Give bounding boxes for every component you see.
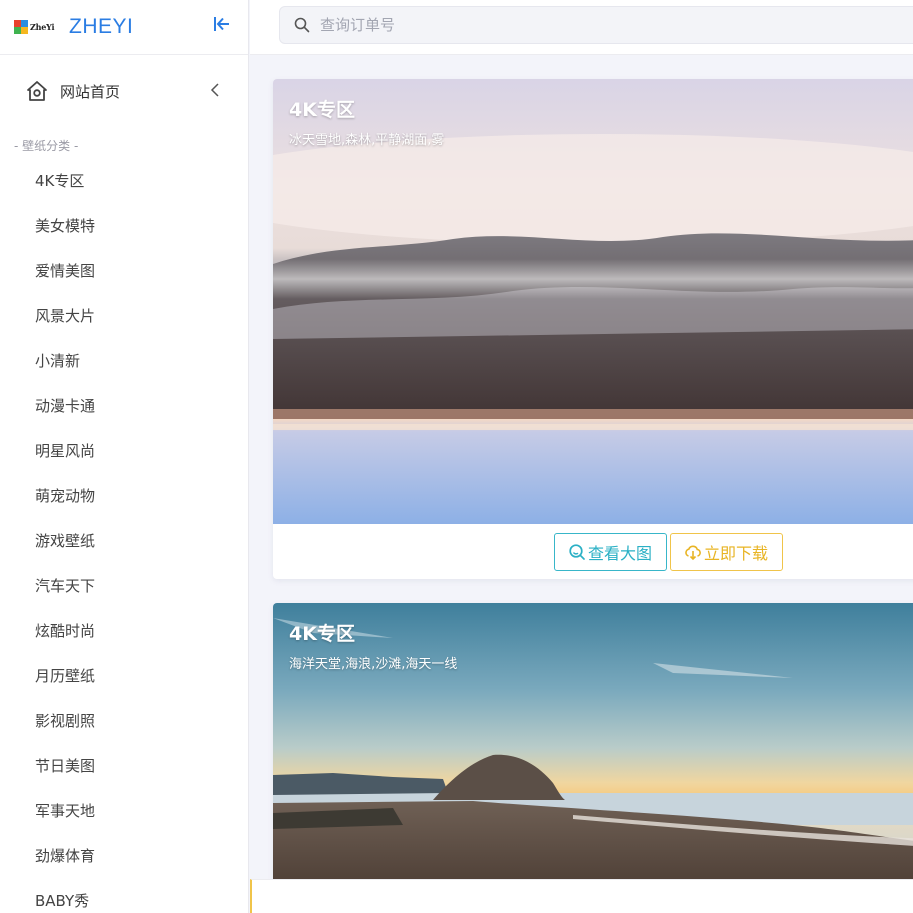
brand-name: ZHEYI xyxy=(69,15,134,38)
card-subtitle: 海洋天堂,海浪,沙滩,海天一线 xyxy=(289,657,458,672)
view-large-button[interactable]: 查看大图 xyxy=(554,533,667,571)
sidebar-item-baby[interactable]: BABY秀 xyxy=(0,879,248,913)
logo-text: ZheYi xyxy=(30,22,55,32)
category-group-title: - 壁纸分类 - xyxy=(14,139,79,153)
sidebar-item-fashion[interactable]: 炫酷时尚 xyxy=(0,609,248,654)
card-subtitle: 冰天雪地,森林,平静湖面,雾 xyxy=(289,133,445,148)
collapse-sidebar-icon[interactable] xyxy=(212,14,232,34)
sidebar-item-fresh[interactable]: 小清新 xyxy=(0,339,248,384)
sidebar-item-4k[interactable]: 4K专区 xyxy=(0,159,248,204)
search-box xyxy=(279,6,913,44)
nav-home[interactable]: 网站首页 xyxy=(0,55,248,127)
card-title: 4K专区 xyxy=(289,623,355,645)
chevron-left-icon[interactable] xyxy=(210,82,222,98)
search-icon[interactable] xyxy=(294,17,310,33)
sidebar-item-anime[interactable]: 动漫卡通 xyxy=(0,384,248,429)
view-large-label: 查看大图 xyxy=(588,544,653,563)
sidebar-item-calendar[interactable]: 月历壁纸 xyxy=(0,654,248,699)
wallpaper-card: 4K专区 冰天雪地,森林,平静湖面,雾 查看大图 立即下载 xyxy=(273,79,913,579)
brand-header: ZheYi ZHEYI xyxy=(0,0,248,55)
sidebar-item-holiday[interactable]: 节日美图 xyxy=(0,744,248,789)
zoom-in-icon xyxy=(569,544,585,560)
card-title: 4K专区 xyxy=(289,99,355,121)
sidebar-item-sports[interactable]: 劲爆体育 xyxy=(0,834,248,879)
bottom-bar xyxy=(250,879,913,913)
download-label: 立即下载 xyxy=(704,544,769,563)
sidebar-item-games[interactable]: 游戏壁纸 xyxy=(0,519,248,564)
home-icon xyxy=(27,81,47,101)
category-menu: 4K专区 美女模特 爱情美图 风景大片 小清新 动漫卡通 明星风尚 萌宠动物 游… xyxy=(0,159,248,913)
card-actions: 查看大图 立即下载 xyxy=(554,533,783,571)
wallpaper-card: 4K专区 海洋天堂,海浪,沙滩,海天一线 xyxy=(273,603,913,893)
nav-home-label: 网站首页 xyxy=(60,82,121,101)
sidebar-item-celebrity[interactable]: 明星风尚 xyxy=(0,429,248,474)
sidebar-item-cars[interactable]: 汽车天下 xyxy=(0,564,248,609)
download-button[interactable]: 立即下载 xyxy=(670,533,783,571)
wallpaper-image[interactable]: 4K专区 海洋天堂,海浪,沙滩,海天一线 xyxy=(273,603,913,893)
top-bar xyxy=(250,0,913,55)
sidebar-item-models[interactable]: 美女模特 xyxy=(0,204,248,249)
sidebar-item-love[interactable]: 爱情美图 xyxy=(0,249,248,294)
sidebar-item-pets[interactable]: 萌宠动物 xyxy=(0,474,248,519)
cloud-download-icon xyxy=(685,545,701,561)
wallpaper-image[interactable]: 4K专区 冰天雪地,森林,平静湖面,雾 xyxy=(273,79,913,524)
sidebar-item-film[interactable]: 影视剧照 xyxy=(0,699,248,744)
logo-mark-icon xyxy=(14,20,28,34)
order-search-input[interactable] xyxy=(320,16,880,34)
sidebar-item-landscape[interactable]: 风景大片 xyxy=(0,294,248,339)
brand-logo[interactable]: ZheYi xyxy=(14,18,58,36)
sidebar-item-military[interactable]: 军事天地 xyxy=(0,789,248,834)
sidebar: ZheYi ZHEYI 网站首页 - 壁纸分类 - 4K专区 美女模特 爱情美图… xyxy=(0,0,249,913)
